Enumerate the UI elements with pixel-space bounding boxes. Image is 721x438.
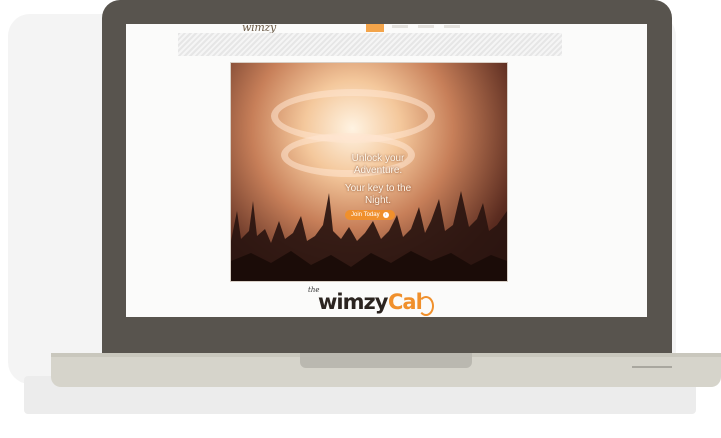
arrow-right-icon: › — [382, 212, 389, 218]
wimzycal-logo[interactable]: the wimzy Cal — [308, 286, 448, 317]
nav-item-active[interactable] — [366, 24, 384, 32]
hero-line-1: Unlock your Adventure. — [351, 153, 405, 176]
striped-banner — [178, 33, 562, 56]
nav-item[interactable] — [392, 25, 408, 28]
laptop-hinge-notch — [300, 353, 472, 368]
hero-line-2: Your key to the Night. — [344, 183, 412, 206]
nav-item[interactable] — [418, 25, 434, 28]
hero-headline: Unlock your Adventure. Your key to the N… — [335, 153, 421, 213]
join-button-label: Join Today — [351, 212, 380, 218]
header-nav — [392, 25, 460, 28]
logo-swirl-icon — [418, 296, 434, 316]
nav-item[interactable] — [444, 25, 460, 28]
hero-image: Unlock your Adventure. Your key to the N… — [230, 62, 508, 282]
logo-cal-text: Cal — [388, 290, 423, 314]
laptop-base-slot — [632, 366, 672, 368]
logo-wimzy-text: wimzy — [318, 290, 388, 314]
laptop-screen: wimzy Unlock your Adventure. Your key to… — [126, 24, 647, 317]
join-today-button[interactable]: Join Today › — [345, 210, 395, 220]
